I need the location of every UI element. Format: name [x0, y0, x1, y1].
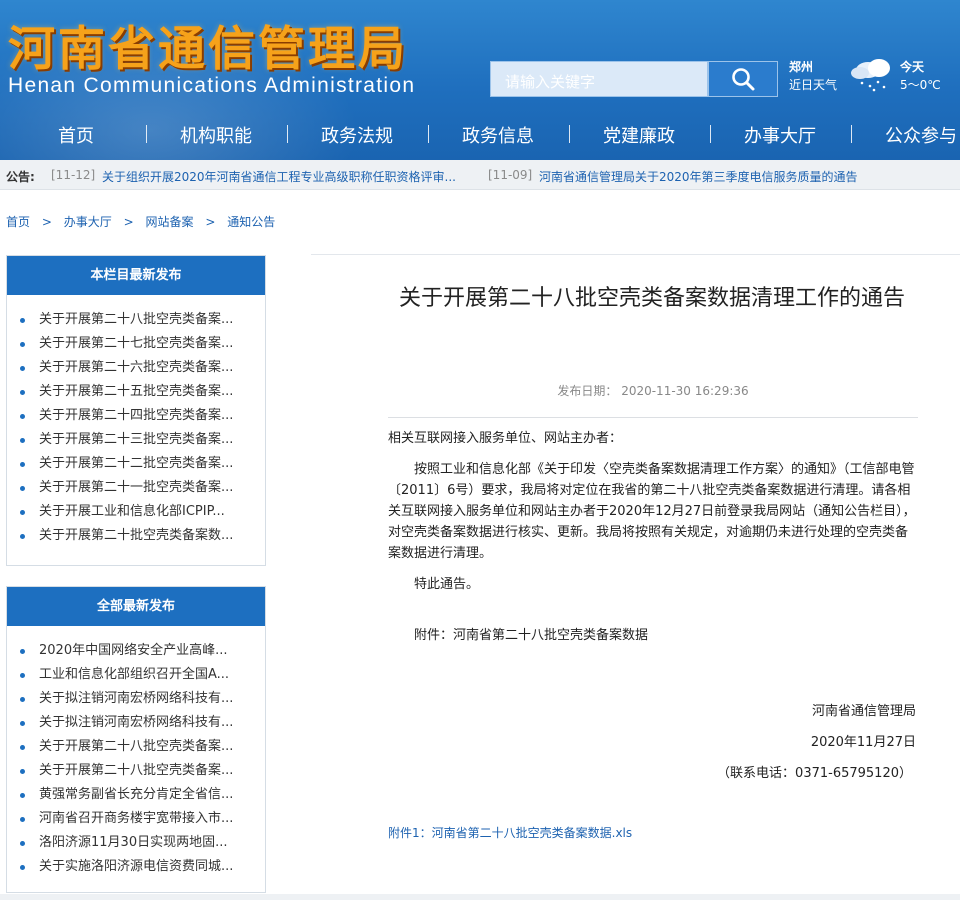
all-latest-list: 2020年中国网络安全产业高峰... 工业和信息化部组织召开全国A... 关于拟…	[7, 626, 265, 879]
list-item[interactable]: 关于开展工业和信息化部ICPIP...	[7, 500, 265, 524]
list-item[interactable]: 关于开展第二十一批空壳类备案...	[7, 476, 265, 500]
breadcrumb-website-filing[interactable]: 网站备案	[145, 215, 193, 229]
weather-today: 今天	[900, 60, 925, 74]
attachment-download-link[interactable]: 附件1：河南省第二十八批空壳类备案数据.xls	[388, 824, 632, 841]
weather-label: 近日天气	[789, 78, 838, 92]
signature-date: 2020年11月27日	[810, 735, 916, 750]
nav-item-public[interactable]: 公众参与	[885, 122, 957, 148]
nav-separator	[146, 125, 147, 143]
weather-temperature: 5～0℃	[900, 78, 941, 92]
nav-item-government-info[interactable]: 政务信息	[462, 122, 534, 148]
list-item[interactable]: 关于开展第二十八批空壳类备案...	[7, 308, 265, 332]
list-item[interactable]: 关于开展第二十二批空壳类备案...	[7, 452, 265, 476]
article-top-divider	[311, 254, 960, 255]
nav-separator	[428, 125, 429, 143]
list-item[interactable]: 工业和信息化部组织召开全国A...	[7, 663, 265, 687]
nav-item-service-hall[interactable]: 办事大厅	[744, 122, 816, 148]
article-divider	[388, 417, 918, 418]
site-logo-chinese[interactable]: 河南省通信管理局	[8, 10, 408, 79]
weather-city: 郑州	[789, 60, 814, 74]
list-item[interactable]: 关于拟注销河南宏桥网络科技有...	[7, 687, 265, 711]
site-header: 河南省通信管理局 Henan Communications Administra…	[0, 0, 960, 160]
list-item[interactable]: 关于实施洛阳济源电信资费同城...	[7, 855, 265, 879]
breadcrumb-separator: >	[205, 215, 216, 229]
column-latest-box: 本栏目最新发布 关于开展第二十八批空壳类备案... 关于开展第二十七批空壳类备案…	[6, 255, 266, 566]
all-latest-box: 全部最新发布 2020年中国网络安全产业高峰... 工业和信息化部组织召开全国A…	[6, 586, 266, 893]
list-item[interactable]: 洛阳济源11月30日实现两地固...	[7, 831, 265, 855]
list-item[interactable]: 关于开展第二十三批空壳类备案...	[7, 428, 265, 452]
article-date-value: 2020-11-30 16:29:36	[621, 384, 749, 398]
search-icon	[732, 68, 755, 91]
article-date-label: 发布日期：	[557, 384, 618, 398]
nav-item-regulations[interactable]: 政务法规	[321, 122, 393, 148]
list-item[interactable]: 2020年中国网络安全产业高峰...	[7, 639, 265, 663]
list-item[interactable]: 关于开展第二十五批空壳类备案...	[7, 380, 265, 404]
notice-bar: 公告: [11-12] 关于组织开展2020年河南省通信工程专业高级职称任职资格…	[0, 160, 960, 190]
breadcrumb: 首页 > 办事大厅 > 网站备案 > 通知公告	[6, 213, 275, 230]
breadcrumb-separator: >	[41, 215, 52, 229]
list-item[interactable]: 河南省召开商务楼宇宽带接入市...	[7, 807, 265, 831]
list-item[interactable]: 关于开展第二十八批空壳类备案...	[7, 735, 265, 759]
contact-phone: （联系电话：0371-65795120）	[717, 766, 912, 781]
nav-separator	[851, 125, 852, 143]
main-nav: 首页 机构职能 政务法规 政务信息 党建廉政 办事大厅 公众参与	[0, 110, 960, 156]
nav-item-party-building[interactable]: 党建廉政	[603, 122, 675, 148]
all-latest-title: 全部最新发布	[7, 587, 265, 626]
list-item[interactable]: 关于开展第二十七批空壳类备案...	[7, 332, 265, 356]
list-item[interactable]: 关于开展第二十八批空壳类备案...	[7, 759, 265, 783]
page-bottom-band	[0, 894, 960, 900]
column-latest-title: 本栏目最新发布	[7, 256, 265, 295]
nav-separator	[710, 125, 711, 143]
list-item[interactable]: 黄强常务副省长充分肯定全省信...	[7, 783, 265, 807]
nav-separator	[569, 125, 570, 143]
breadcrumb-home[interactable]: 首页	[6, 215, 30, 229]
breadcrumb-notices[interactable]: 通知公告	[227, 215, 275, 229]
article-title: 关于开展第二十八批空壳类备案数据清理工作的通告	[398, 286, 905, 311]
search-button[interactable]	[708, 61, 778, 97]
notice-date: [11-12]	[51, 168, 96, 182]
nav-separator	[287, 125, 288, 143]
nav-item-home[interactable]: 首页	[58, 122, 94, 148]
list-item[interactable]: 关于开展第二十四批空壳类备案...	[7, 404, 265, 428]
snow-cloud-icon	[848, 54, 898, 98]
site-logo-english[interactable]: Henan Communications Administration	[8, 74, 415, 98]
search-input[interactable]: 请输入关键字	[490, 61, 708, 97]
signature-org: 河南省通信管理局	[811, 704, 916, 719]
list-item[interactable]: 关于拟注销河南宏桥网络科技有...	[7, 711, 265, 735]
breadcrumb-service-hall[interactable]: 办事大厅	[64, 215, 112, 229]
nav-item-institution[interactable]: 机构职能	[180, 122, 252, 148]
article-closing: 特此通告。	[414, 577, 480, 592]
article-attachment-line: 附件：河南省第二十八批空壳类备案数据	[414, 628, 649, 643]
article-paragraph: 按照工业和信息化部《关于印发〈空壳类备案数据清理工作方案〉的通知》（工信部电管〔…	[388, 462, 916, 561]
column-latest-list: 关于开展第二十八批空壳类备案... 关于开展第二十七批空壳类备案... 关于开展…	[7, 295, 265, 548]
breadcrumb-separator: >	[123, 215, 134, 229]
notice-date: [11-09]	[488, 168, 533, 182]
list-item[interactable]: 关于开展第二十批空壳类备案数...	[7, 524, 265, 548]
notice-link[interactable]: 河南省通信管理局关于2020年第三季度电信服务质量的通告	[539, 168, 858, 185]
article-body: 相关互联网接入服务单位、网站主办者： 按照工业和信息化部《关于印发〈空壳类备案数…	[388, 428, 918, 656]
notice-label: 公告:	[6, 170, 35, 184]
notice-link[interactable]: 关于组织开展2020年河南省通信工程专业高级职称任职资格评审...	[102, 168, 456, 185]
article-greeting: 相关互联网接入服务单位、网站主办者：	[388, 431, 623, 446]
article-date: 发布日期： 2020-11-30 16:29:36	[388, 382, 918, 399]
list-item[interactable]: 关于开展第二十六批空壳类备案...	[7, 356, 265, 380]
